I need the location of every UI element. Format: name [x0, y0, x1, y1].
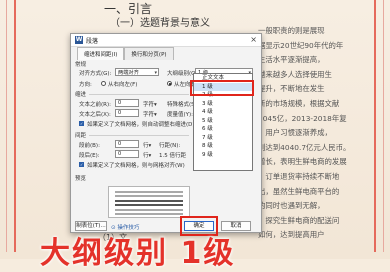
paragraph-line: 出，虽然生鲜电商平台的: [258, 186, 340, 196]
space-after-label: 段后(E):: [79, 153, 100, 159]
indent-by-label: 度量值(Y):: [167, 112, 194, 118]
preview-line: [115, 213, 183, 215]
before-text-label: 文本之前(R):: [79, 102, 111, 108]
rtl-label: 从右向左(F): [108, 82, 138, 88]
preview-line: [115, 204, 183, 206]
dialog-title: 段落: [86, 37, 99, 45]
highlight-box-outline-level: [190, 80, 254, 96]
paragraph-preview: [108, 186, 190, 218]
section-preview: 预览: [75, 176, 87, 182]
paragraph-line: 如何，达到提高用户: [258, 230, 325, 240]
document-heading-2: （一）选题背景与意义: [110, 18, 210, 29]
auto-indent-checkbox[interactable]: ✓: [79, 121, 84, 126]
section-indent: 缩进: [75, 92, 87, 98]
dropdown-option[interactable]: 3 级: [194, 100, 252, 109]
document-paragraph: 一般职责的则是展现 据显示20世纪90年代的年 生活水平逐渐提高， 越来越多人选…: [258, 24, 368, 243]
space-before-label: 段前(B):: [79, 143, 100, 149]
paragraph-line: 据显示20世纪90年代的年: [258, 40, 344, 50]
section-spacing: 间距: [75, 133, 87, 139]
unit-label[interactable]: 字符▾: [143, 110, 157, 118]
preview-line: [115, 191, 183, 193]
tab-indents-spacing[interactable]: 缩进和间距(I): [77, 47, 125, 60]
dropdown-option[interactable]: 7 级: [194, 134, 252, 143]
caption-overlay: 大纲级别 1级: [40, 236, 236, 271]
preview-line: [115, 200, 183, 202]
dropdown-option[interactable]: 6 级: [194, 125, 252, 134]
paragraph-line: 2045亿，2013-2018年复: [258, 113, 347, 123]
paragraph-line: 一般职责的则是展现: [258, 26, 325, 35]
paragraph-line: 则达到4040.7亿元人民币。: [258, 142, 351, 152]
word-app-icon: W: [75, 36, 83, 44]
dropdown-option[interactable]: 4 级: [194, 108, 252, 117]
dropdown-option[interactable]: 9 级: [194, 151, 252, 160]
after-text-label: 文本之后(X):: [79, 112, 111, 118]
paragraph-line: ，订单退货率持续不断地: [258, 171, 340, 181]
line-spacing-label: 行距(N):: [159, 143, 181, 149]
ltr-radio[interactable]: [167, 81, 172, 86]
paragraph-line: ，探究生鲜电商的配送问: [258, 215, 340, 225]
dialog-titlebar[interactable]: W 段落 ×: [71, 34, 261, 47]
close-icon[interactable]: ×: [250, 35, 257, 45]
after-text-input[interactable]: 0: [115, 109, 139, 117]
paragraph-line: 越来越多人选择使用生: [258, 69, 332, 79]
dropdown-option[interactable]: 8 级: [194, 142, 252, 151]
line-unit-label[interactable]: 行▾: [143, 151, 151, 159]
snap-grid-checkbox[interactable]: ✓: [79, 162, 84, 167]
paragraph-line: 生活水平逐渐提高，: [258, 55, 325, 65]
dropdown-option[interactable]: 5 级: [194, 117, 252, 126]
chevron-down-icon: ▾: [154, 70, 157, 76]
line-unit-label[interactable]: 行▾: [143, 141, 151, 149]
unit-label[interactable]: 字符▾: [143, 100, 157, 108]
paragraph-line: 提升，不断地在发生: [258, 84, 325, 94]
direction-label: 方向:: [79, 82, 92, 88]
section-general: 常规: [75, 62, 87, 68]
paragraph-line: ，用户习惯逐渐养成，: [258, 128, 332, 138]
rtl-radio[interactable]: [101, 81, 106, 86]
space-before-input[interactable]: 0: [115, 140, 139, 148]
divider: [89, 135, 189, 136]
paragraph-line: 新的市场规模，根据文献: [258, 98, 340, 108]
preview-line: [115, 209, 183, 211]
alignment-select[interactable]: 两端对齐 ▾: [115, 68, 159, 76]
paragraph-line: 增长，表明生鲜电商的发展: [258, 157, 347, 167]
paragraph-line: 的同时也遇到无解，: [258, 201, 325, 211]
space-after-input[interactable]: 0: [115, 150, 139, 158]
before-text-input[interactable]: 0: [115, 99, 139, 107]
auto-indent-label: 如果定义了文档网格，则自动调整右缩进(D): [87, 122, 195, 128]
alignment-label: 对齐方式(G):: [79, 71, 112, 77]
tab-line-page-breaks[interactable]: 换行和分页(P): [124, 47, 174, 60]
divider: [89, 94, 189, 95]
preview-line: [115, 195, 183, 197]
snap-grid-label: 如果定义了文档网格，则与网格对齐(W): [87, 163, 185, 169]
dialog-tabs: 缩进和间距(I) 换行和分页(P): [77, 47, 174, 60]
line-spacing-value[interactable]: 1.5 倍行距: [159, 151, 186, 159]
